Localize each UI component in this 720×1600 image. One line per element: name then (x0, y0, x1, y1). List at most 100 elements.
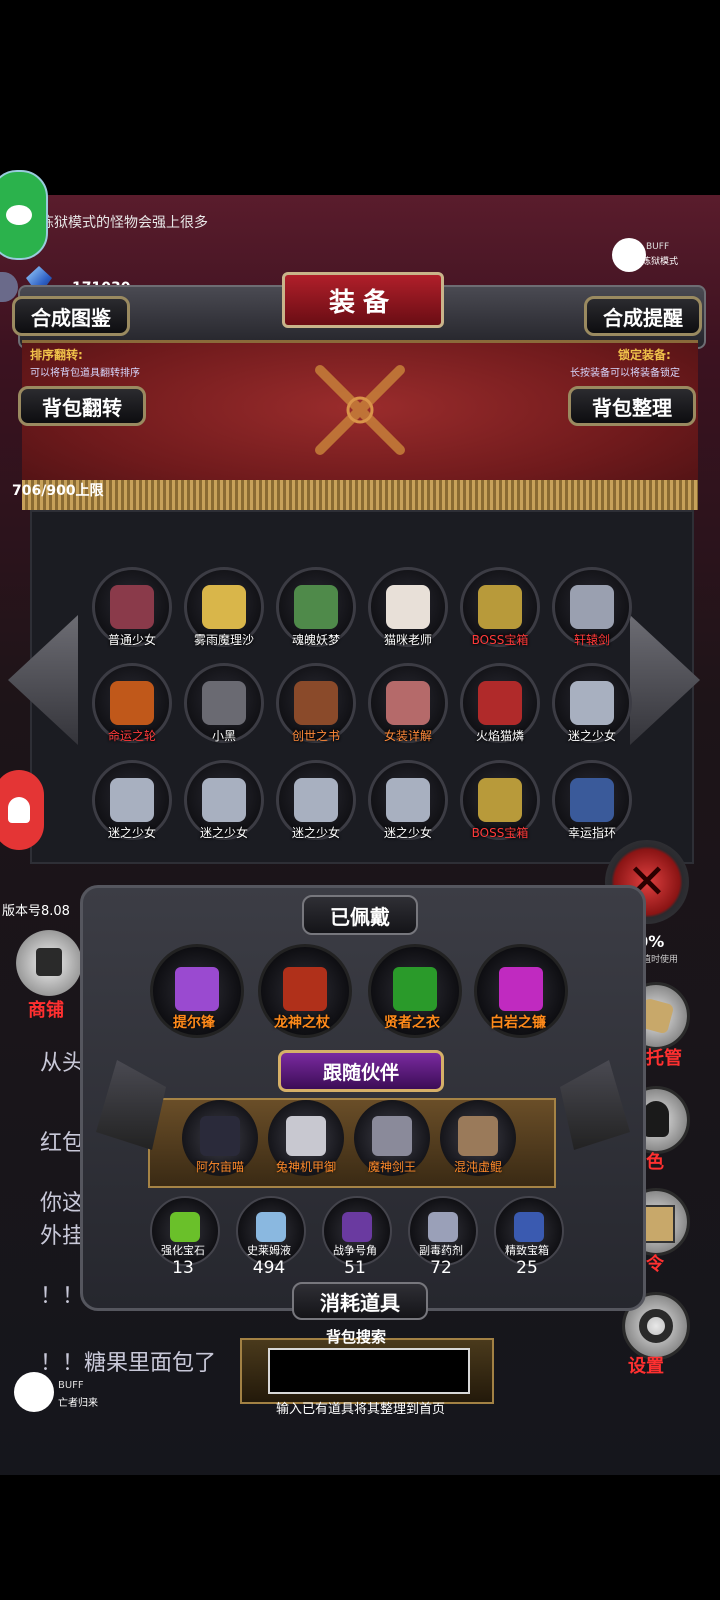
consumable-label: 副毒药剂 (419, 1244, 463, 1257)
inventory-slot[interactable]: 普通少女 (92, 567, 172, 647)
inventory-slot[interactable]: BOSS宝箱 (460, 760, 540, 840)
bag-organize-button[interactable]: 背包整理 (568, 386, 696, 426)
dragon-icon (612, 238, 646, 272)
item-label: 迷之少女 (291, 826, 340, 840)
synthesis-catalog-button[interactable]: 合成图鉴 (12, 296, 130, 336)
item-label: 雾雨魔理沙 (193, 633, 254, 647)
sort-flip-title: 排序翻转: (30, 348, 83, 362)
item-sprite-icon (386, 585, 430, 629)
scroll-icon (641, 1205, 675, 1243)
consumable-label: 精致宝箱 (505, 1244, 549, 1257)
shop-button[interactable] (16, 930, 82, 996)
equipment-sprite-icon (393, 967, 437, 1011)
item-label: 魂魄妖梦 (291, 633, 340, 647)
inventory-slot[interactable]: 女装详解 (368, 663, 448, 743)
item-label: 女装详解 (383, 729, 432, 743)
inventory-slot[interactable]: 迷之少女 (552, 663, 632, 743)
buff-label: BUFF (646, 242, 670, 252)
equipment-sprite-icon (499, 967, 543, 1011)
buff-mode: 亡者归来 (58, 1398, 98, 1409)
consumable-count: 494 (252, 1258, 286, 1278)
buff-label: BUFF (58, 1380, 84, 1391)
item-sprite-icon (294, 778, 338, 822)
buff-mode: 炼狱模式 (642, 257, 679, 267)
consumable-sprite-icon (428, 1212, 458, 1242)
inventory-slot[interactable]: 迷之少女 (368, 760, 448, 840)
consumable-count: 25 (516, 1258, 538, 1278)
equipment-sprite-icon (283, 967, 327, 1011)
chat-line: 外挂 (40, 1224, 85, 1249)
item-label: 幸运指环 (567, 826, 616, 840)
search-hint: 输入已有道具将其整理到首页 (276, 1402, 446, 1417)
buff-badge-bottom[interactable]: BUFF 亡者归来 (14, 1372, 104, 1416)
curtain-fringe (22, 480, 698, 510)
inventory-slot[interactable]: 迷之少女 (184, 760, 264, 840)
partner-sprite-icon (458, 1116, 498, 1156)
synthesis-reminder-button[interactable]: 合成提醒 (584, 296, 702, 336)
item-label: 迷之少女 (567, 729, 616, 743)
item-sprite-icon (570, 585, 614, 629)
inventory-slot[interactable]: 雾雨魔理沙 (184, 567, 264, 647)
lock-desc: 长按装备可以将装备锁定 (570, 368, 680, 379)
inventory-slot[interactable]: 迷之少女 (276, 760, 356, 840)
wechat-icon (6, 205, 32, 225)
lock-title: 锁定装备: (618, 348, 671, 362)
manage-label: 托管 (646, 1048, 682, 1069)
item-sprite-icon (202, 778, 246, 822)
buff-badge-top[interactable]: BUFF 炼狱模式 (612, 238, 678, 274)
hooded-figure-icon (643, 1101, 669, 1137)
consumable-label: 史莱姆液 (247, 1244, 291, 1257)
skull-icon (14, 1372, 54, 1412)
search-title: 背包搜索 (326, 1328, 387, 1346)
consumable-sprite-icon (514, 1212, 544, 1242)
item-label: 普通少女 (107, 633, 156, 647)
equipped-title: 已佩戴 (302, 895, 418, 935)
bag-search-input[interactable] (268, 1348, 470, 1394)
item-label: 迷之少女 (383, 826, 432, 840)
item-label: 创世之书 (291, 729, 340, 743)
bag-flip-button[interactable]: 背包翻转 (18, 386, 146, 426)
inventory-slot[interactable]: 猫咪老师 (368, 567, 448, 647)
partner-label: 魔神剑王 (367, 1160, 416, 1174)
equipped-label: 贤者之衣 (384, 1015, 440, 1031)
equipment-sprite-icon (175, 967, 219, 1011)
item-sprite-icon (110, 585, 154, 629)
consumable-count: 13 (172, 1258, 194, 1278)
item-sprite-icon (478, 778, 522, 822)
chat-line: 从头 (40, 1051, 85, 1076)
inventory-slot[interactable]: 小黑 (184, 663, 264, 743)
item-sprite-icon (110, 681, 154, 725)
consumable-sprite-icon (342, 1212, 372, 1242)
inventory-slot[interactable]: 创世之书 (276, 663, 356, 743)
inventory-limit: 706/900上限 (12, 483, 104, 499)
item-label: 轩辕剑 (573, 633, 610, 647)
partners-title: 跟随伙伴 (278, 1050, 444, 1092)
item-sprite-icon (478, 585, 522, 629)
consumable-label: 强化宝石 (161, 1244, 205, 1257)
wechat-float-button[interactable] (0, 170, 48, 260)
inventory-slot[interactable]: 迷之少女 (92, 760, 172, 840)
consumable-sprite-icon (256, 1212, 286, 1242)
item-sprite-icon (202, 585, 246, 629)
consumable-label: 战争号角 (333, 1244, 377, 1257)
inventory-slot[interactable]: BOSS宝箱 (460, 567, 540, 647)
chat-line: ！！ (40, 1284, 85, 1309)
inventory-slot[interactable]: 幸运指环 (552, 760, 632, 840)
item-sprite-icon (202, 681, 246, 725)
equipped-label: 白岩之镰 (490, 1015, 546, 1031)
item-sprite-icon (294, 681, 338, 725)
inventory-slot[interactable]: 魂魄妖梦 (276, 567, 356, 647)
partner-sprite-icon (372, 1116, 412, 1156)
partner-label: 阿尔亩喵 (195, 1160, 244, 1174)
contact-float-button[interactable] (0, 770, 44, 850)
inventory-slot[interactable]: 火焰猫燐 (460, 663, 540, 743)
equipped-label: 龙神之杖 (274, 1015, 330, 1031)
item-sprite-icon (570, 778, 614, 822)
crossed-swords-emblem (315, 365, 405, 455)
item-sprite-icon (110, 778, 154, 822)
shop-icon (36, 948, 62, 976)
inventory-slot[interactable]: 命运之轮 (92, 663, 172, 743)
consumable-sprite-icon (170, 1212, 200, 1242)
inventory-slot[interactable]: 轩辕剑 (552, 567, 632, 647)
consumable-count: 72 (430, 1258, 452, 1278)
